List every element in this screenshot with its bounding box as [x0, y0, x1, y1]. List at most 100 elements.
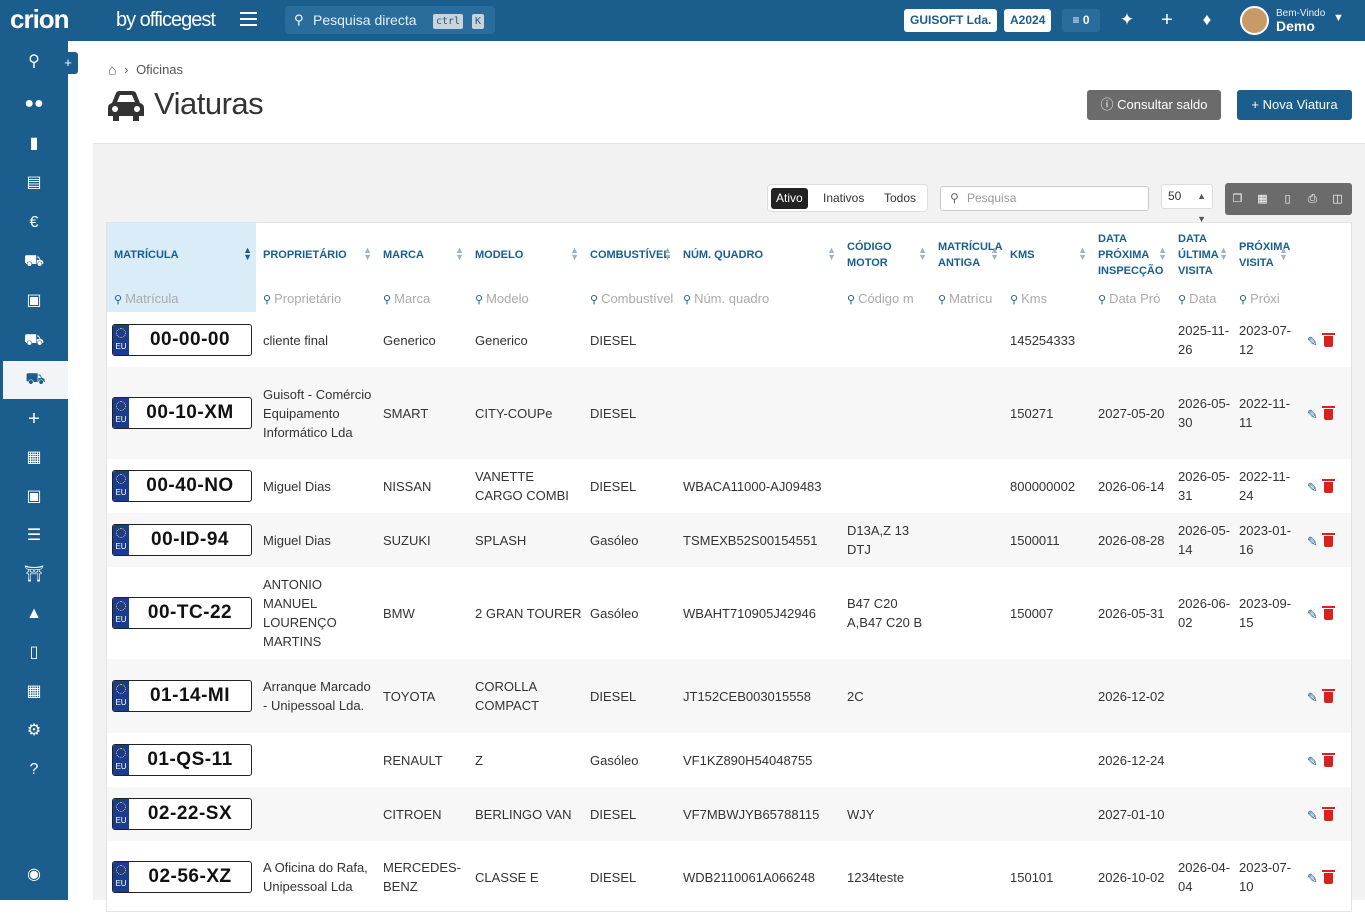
sidebar-table-icon[interactable]: ▦ [0, 673, 68, 711]
column-filter-input[interactable]: ⚲ Código m [840, 286, 931, 312]
sidebar-chart-icon[interactable]: ▲ [0, 595, 68, 633]
edit-icon[interactable]: ✎ [1307, 871, 1318, 887]
user-greeting[interactable]: Bem-Vindo Demo [1276, 8, 1325, 34]
sparkle-icon[interactable]: ✦ [1116, 9, 1138, 31]
column-filter-input[interactable]: ⚲ Combustível [583, 286, 676, 312]
column-header[interactable]: MARCA ▲ ▼ [376, 223, 468, 286]
edit-icon[interactable]: ✎ [1307, 407, 1318, 423]
edit-icon[interactable]: ✎ [1307, 690, 1318, 706]
delete-icon[interactable] [1321, 753, 1335, 767]
edit-icon[interactable]: ✎ [1307, 808, 1318, 824]
column-header[interactable]: COMBUSTÍVEL ▲ ▼ [583, 223, 676, 286]
table-row[interactable]: EU 01-QS-11 RENAULT Z Gasóleo VF1KZ890H540487… [107, 733, 1351, 787]
sidebar-factory-icon[interactable]: ▤ [0, 164, 68, 202]
copy-icon[interactable]: ❐ [1225, 183, 1250, 215]
table-row[interactable]: EU 02-56-XZ A Oficina do Rafa, Unipessoal … [107, 841, 1351, 913]
delete-icon[interactable] [1321, 479, 1335, 493]
column-header[interactable]: DATA PRÓXIMA INSPECÇÃO ▲ ▼ [1091, 223, 1171, 286]
column-filter-input[interactable]: ⚲ Proprietário [256, 286, 376, 312]
consult-balance-button[interactable]: ⓘ Consultar saldo [1087, 90, 1221, 120]
license-plate[interactable]: EU 02-56-XZ [112, 861, 252, 893]
delete-icon[interactable] [1321, 406, 1335, 420]
sidebar-truck-icon[interactable]: ⛟ [0, 322, 68, 360]
print-icon[interactable]: ⎙ [1300, 183, 1325, 215]
home-icon[interactable]: ⌂ [108, 62, 116, 78]
sidebar-help-icon[interactable]: ? [0, 751, 68, 789]
sidebar-cogs-icon[interactable]: ⚙ [0, 712, 68, 750]
column-filter-input[interactable]: ⚲ Data Pró [1091, 286, 1171, 312]
sidebar-collapse-icon[interactable]: + [58, 52, 78, 74]
delete-icon[interactable] [1321, 333, 1335, 347]
delete-icon[interactable] [1321, 606, 1335, 620]
table-search-input[interactable]: ⚲ Pesquisa [940, 186, 1149, 211]
tasks-counter[interactable]: ≡ 0 [1062, 9, 1100, 32]
column-filter-input[interactable]: ⚲ Matrícula [107, 286, 256, 312]
edit-icon[interactable]: ✎ [1307, 334, 1318, 350]
table-row[interactable]: EU 02-22-SX CITROEN BERLINGO VAN DIESEL VF7MB… [107, 787, 1351, 841]
table-row[interactable]: EU 00-ID-94 Miguel Dias SUZUKI SPLASH Gasóleo… [107, 513, 1351, 567]
sidebar-euro-icon[interactable]: € [0, 204, 68, 242]
app-logo[interactable]: crion [10, 4, 70, 35]
column-header[interactable]: KMS ▲ ▼ [1003, 223, 1091, 286]
avatar[interactable] [1240, 6, 1269, 35]
new-vehicle-button[interactable]: + Nova Viatura [1237, 90, 1352, 120]
column-header[interactable]: MODELO ▲ ▼ [468, 223, 583, 286]
delete-icon[interactable] [1321, 689, 1335, 703]
company-selector[interactable]: GUISOFT Lda. [904, 9, 998, 32]
sidebar-bank-icon[interactable]: ⛩ [0, 556, 68, 594]
pdf-icon[interactable]: ▯ [1275, 183, 1300, 215]
filter-inactive-button[interactable]: Inativos [818, 188, 869, 209]
license-plate[interactable]: EU 00-ID-94 [112, 524, 252, 556]
column-filter-input[interactable]: ⚲ Data [1171, 286, 1232, 312]
sidebar-cart-icon[interactable]: ⛟ [0, 243, 68, 281]
column-header[interactable]: MATRÍCULA ANTIGA ▲ ▼ [931, 223, 1003, 286]
column-header[interactable]: CÓDIGO MOTOR ▲ ▼ [840, 223, 931, 286]
table-row[interactable]: EU 00-10-XM Guisoft - Comércio Equipamento… [107, 367, 1351, 459]
delete-icon[interactable] [1321, 533, 1335, 547]
column-header[interactable]: PROPRIETÁRIO ▲ ▼ [256, 223, 376, 286]
license-plate[interactable]: EU 00-TC-22 [112, 597, 252, 629]
edit-icon[interactable]: ✎ [1307, 607, 1318, 623]
breadcrumb-current[interactable]: Oficinas [136, 62, 183, 77]
sidebar-box-icon[interactable]: ▣ [0, 478, 68, 516]
sidebar-file-icon[interactable]: ▯ [0, 634, 68, 672]
table-row[interactable]: EU 00-TC-22 ANTONIO MANUEL LOURENÇO MARTIN… [107, 567, 1351, 659]
add-icon[interactable]: + [1156, 9, 1178, 31]
page-size-select[interactable]: 50 ▲ ▼ [1161, 184, 1213, 224]
column-header[interactable]: MATRÍCULA ▲ ▼ [107, 223, 256, 286]
column-filter-input[interactable]: ⚲ Matrícu [931, 286, 1003, 312]
column-filter-input[interactable]: ⚲ Marca [376, 286, 468, 312]
columns-icon[interactable]: ◫ [1325, 183, 1350, 215]
year-selector[interactable]: A2024 [1004, 9, 1052, 32]
license-plate[interactable]: EU 00-10-XM [112, 397, 252, 429]
column-filter-input[interactable]: ⚲ Núm. quadro [676, 286, 840, 312]
sidebar-book-icon[interactable]: ▮ [0, 125, 68, 163]
sidebar-users-icon[interactable]: ●● [0, 85, 68, 123]
sidebar-car-icon[interactable]: ⛟ [0, 361, 68, 399]
sidebar-calculator-icon[interactable]: ▦ [0, 439, 68, 477]
table-row[interactable]: EU 01-14-MI Arranque Marcado - Unipessoal … [107, 659, 1351, 733]
column-header[interactable]: DATA ÚLTIMA VISITA ▲ ▼ [1171, 223, 1232, 286]
license-plate[interactable]: EU 02-22-SX [112, 798, 252, 830]
table-row[interactable]: EU 00-00-00 cliente final Generico Generico D… [107, 313, 1351, 367]
license-plate[interactable]: EU 00-40-NO [112, 470, 252, 502]
delete-icon[interactable] [1321, 870, 1335, 884]
column-filter-input[interactable]: ⚲ Próxi [1232, 286, 1292, 312]
license-plate[interactable]: EU 00-00-00 [112, 324, 252, 356]
excel-icon[interactable]: ▦ [1250, 183, 1275, 215]
global-search-input[interactable]: ⚲ Pesquisa directa ctrl K [285, 6, 495, 34]
chevron-down-icon[interactable]: ▼ [1333, 12, 1344, 24]
edit-icon[interactable]: ✎ [1307, 754, 1318, 770]
filter-active-button[interactable]: Ativo [771, 188, 808, 209]
filter-all-button[interactable]: Todos [879, 188, 921, 209]
sidebar-sitemap-icon[interactable]: ☰ [0, 517, 68, 555]
license-plate[interactable]: EU 01-14-MI [112, 680, 252, 712]
table-row[interactable]: EU 00-40-NO Miguel Dias NISSAN VANETTE CARGO… [107, 459, 1351, 513]
sidebar-money-icon[interactable]: ▣ [0, 282, 68, 320]
license-plate[interactable]: EU 01-QS-11 [112, 744, 252, 776]
column-header[interactable]: NÚM. QUADRO ▲ ▼ [676, 223, 840, 286]
menu-toggle-icon[interactable] [240, 12, 257, 26]
delete-icon[interactable] [1321, 807, 1335, 821]
column-filter-input[interactable]: ⚲ Kms [1003, 286, 1091, 312]
edit-icon[interactable]: ✎ [1307, 534, 1318, 550]
